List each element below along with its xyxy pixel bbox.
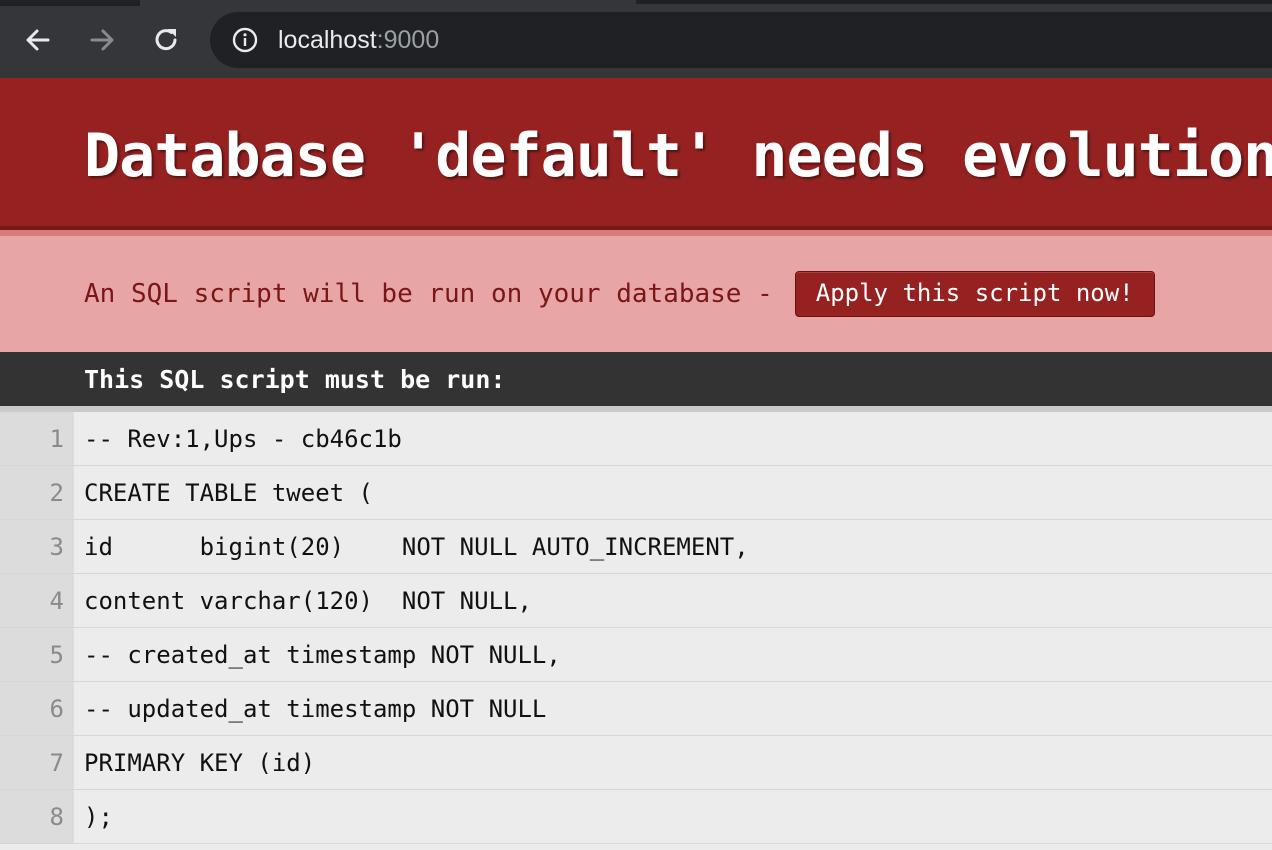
page-header: Database 'default' needs evolution! [0, 78, 1272, 230]
script-label: This SQL script must be run: [0, 352, 1272, 412]
line-code: -- Rev:1,Ups - cb46c1b [74, 412, 1272, 465]
line-number: 8 [0, 790, 74, 843]
line-number: 5 [0, 628, 74, 681]
browser-toolbar: localhost:9000 [0, 0, 1272, 78]
code-line: 4 content varchar(120) NOT NULL, [0, 574, 1272, 628]
url-port: :9000 [376, 25, 440, 54]
info-icon[interactable] [232, 27, 258, 53]
address-bar[interactable]: localhost:9000 [210, 12, 1272, 68]
code-line: 5 -- created_at timestamp NOT NULL, [0, 628, 1272, 682]
url-text[interactable]: localhost:9000 [278, 26, 439, 55]
tab-strip-segment [636, 0, 1272, 4]
line-number: 6 [0, 682, 74, 735]
line-code: -- updated_at timestamp NOT NULL [74, 682, 1272, 735]
back-arrow-icon [26, 29, 50, 51]
code-line: 8 ); [0, 790, 1272, 844]
forward-button[interactable] [84, 22, 120, 58]
code-line: 7 PRIMARY KEY (id) [0, 736, 1272, 790]
code-line: 6 -- updated_at timestamp NOT NULL [0, 682, 1272, 736]
reload-icon [155, 29, 177, 51]
forward-arrow-icon [90, 29, 114, 51]
line-code: PRIMARY KEY (id) [74, 736, 1272, 789]
line-code: id bigint(20) NOT NULL AUTO_INCREMENT, [74, 520, 1272, 573]
code-line: 1 -- Rev:1,Ups - cb46c1b [0, 412, 1272, 466]
evolution-notice: An SQL script will be run on your databa… [0, 230, 1272, 352]
line-number: 7 [0, 736, 74, 789]
code-line: 2 CREATE TABLE tweet ( [0, 466, 1272, 520]
line-code: CREATE TABLE tweet ( [74, 466, 1272, 519]
url-host: localhost [278, 25, 377, 54]
line-number: 2 [0, 466, 74, 519]
page-title: Database 'default' needs evolution! [84, 121, 1272, 191]
line-number: 4 [0, 574, 74, 627]
notice-text: An SQL script will be run on your databa… [84, 279, 773, 309]
line-code: -- created_at timestamp NOT NULL, [74, 628, 1272, 681]
back-button[interactable] [20, 22, 56, 58]
apply-script-button[interactable]: Apply this script now! [794, 271, 1155, 317]
line-number: 3 [0, 520, 74, 573]
reload-button[interactable] [148, 22, 184, 58]
line-code: content varchar(120) NOT NULL, [74, 574, 1272, 627]
code-line: 3 id bigint(20) NOT NULL AUTO_INCREMENT, [0, 520, 1272, 574]
tab-strip-segment [0, 0, 140, 6]
line-code: ); [74, 790, 1272, 843]
sql-script: 1 -- Rev:1,Ups - cb46c1b 2 CREATE TABLE … [0, 412, 1272, 844]
line-number: 1 [0, 412, 74, 465]
